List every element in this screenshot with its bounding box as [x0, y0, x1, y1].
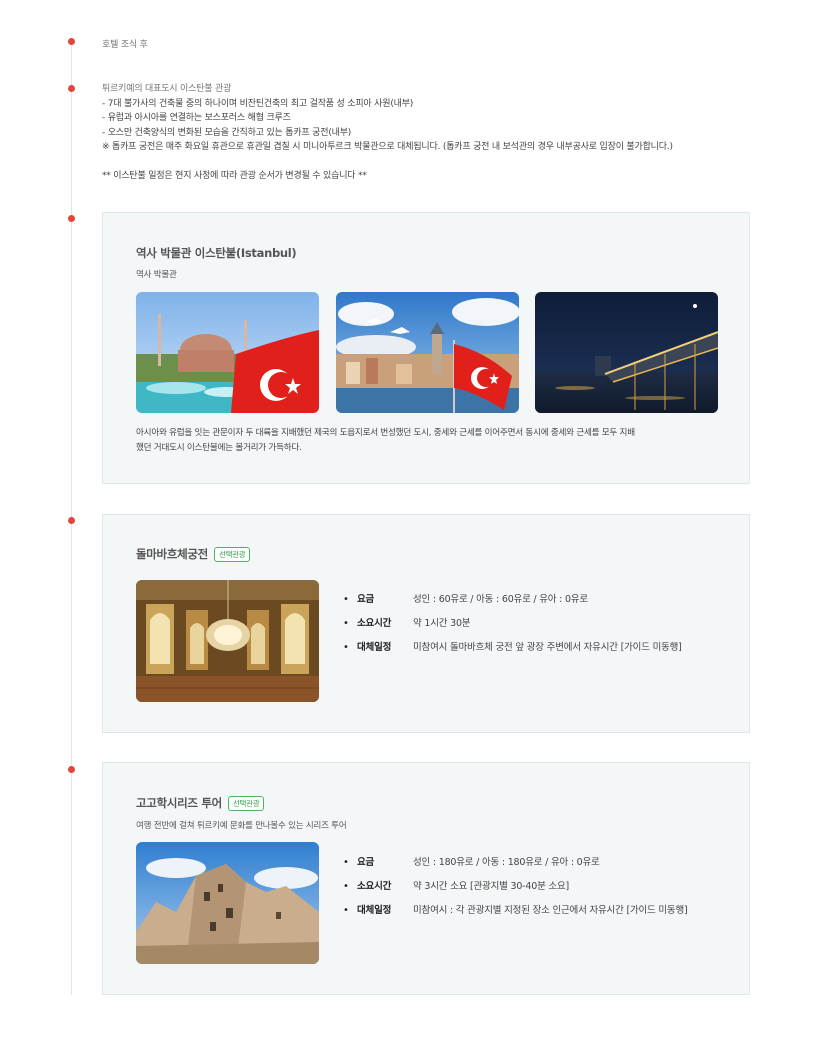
desc-line: 아시아와 유럽을 잇는 관문이자 두 대륙을 지배했던 제국의 도읍지로서 번성…: [136, 428, 635, 438]
info-key: 소요시간: [357, 881, 392, 892]
card-title: 역사 박물관 이스탄불(Istanbul): [136, 246, 297, 260]
intro-note: ** 이스탄불 일정은 현지 사정에 따라 관광 순서가 변경될 수 있습니다 …: [102, 170, 367, 181]
info-value: 성인 : 60유로 / 아동 : 60유로 / 유아 : 0유로: [413, 594, 588, 605]
timeline-dot: [68, 215, 75, 222]
intro-notice: ※ 톱카프 궁전은 매주 화요일 휴관으로 휴관일 겹칠 시 미니아투르크 박물…: [102, 142, 673, 152]
info-row-duration: • 소요시간 약 1시간 30분: [343, 617, 733, 631]
card-subtitle: 여행 전반에 걸쳐 튀르키예 문화를 만나볼수 있는 시리즈 투어: [136, 821, 347, 831]
info-row-fee: • 요금 성인 : 60유로 / 아동 : 60유로 / 유아 : 0유로: [343, 593, 733, 607]
info-key: 소요시간: [357, 618, 392, 629]
info-key: 요금: [357, 857, 375, 868]
intro-line: - 7대 불가사의 건축물 중의 하나이며 비잔틴건축의 최고 걸작품 성 소피…: [102, 98, 414, 109]
optional-tour-badge: 선택관광: [213, 547, 251, 562]
card-description: 아시아와 유럽을 잇는 관문이자 두 대륙을 지배했던 제국의 도읍지로서 번성…: [136, 426, 721, 455]
info-key: 대체일정: [357, 642, 392, 653]
night-bridge-photo[interactable]: [535, 292, 718, 413]
info-value: 약 1시간 30분: [413, 618, 471, 629]
timeline-dot: [68, 517, 75, 524]
info-value: 성인 : 180유로 / 아동 : 180유로 / 유아 : 0유로: [413, 857, 600, 868]
timeline-dot: [68, 766, 75, 773]
info-list: • 요금 성인 : 180유로 / 아동 : 180유로 / 유아 : 0유로 • 소…: [343, 856, 733, 928]
card-title: 고고학시리즈 투어 선택관광: [136, 795, 265, 811]
card-title-text: 고고학시리즈 투어: [136, 796, 222, 810]
info-value: 미참여시 : 각 관광지별 지정된 장소 인근에서 자유시간 [가이드 미동행]: [413, 905, 688, 916]
info-row-alternative: • 대체일정 미참여시 돌마바흐체 궁전 앞 광장 주변에서 자유시간 [가이드 미…: [343, 641, 733, 655]
desc-line: 했던 거대도시 이스탄불에는 볼거리가 가득하다.: [136, 442, 302, 453]
hagia-sophia-flag-photo[interactable]: [136, 292, 319, 413]
breakfast-text: 호텔 조식 후: [102, 38, 148, 53]
intro-line: - 유럽과 아시아를 연결하는 보스포러스 해협 크루즈: [102, 113, 291, 123]
card-title: 돌마바흐체궁전 선택관광: [136, 546, 251, 562]
intro-line: 튀르키예의 대표도시 이스탄불 관광: [102, 84, 232, 94]
info-key: 대체일정: [357, 905, 392, 916]
optional-tour-badge: 선택관광: [227, 796, 265, 811]
info-value: 약 3시간 소요 [관광지별 30-40분 소요]: [413, 881, 570, 892]
palace-interior-photo[interactable]: [136, 580, 319, 702]
card-title-text: 돌마바흐체궁전: [136, 547, 208, 561]
cappadocia-rock-photo[interactable]: [136, 842, 319, 964]
timeline-dot: [68, 85, 75, 92]
intro-line: - 오스만 건축양식의 변화된 모습을 간직하고 있는 톱카프 궁전(내부): [102, 127, 352, 138]
istanbul-intro: 튀르키예의 대표도시 이스탄불 관광 - 7대 불가사의 건축물 중의 하나이며…: [102, 82, 673, 183]
dolmabahce-card: 돌마바흐체궁전 선택관광 • 요금 성인 : 60유로 / 아동 : 60유로 / 유…: [102, 514, 750, 733]
info-row-duration: • 소요시간 약 3시간 소요 [관광지별 30-40분 소요]: [343, 880, 733, 894]
istanbul-card: 역사 박물관 이스탄불(Istanbul) 역사 박물관 아시아와 유럽을 잇는…: [102, 212, 750, 484]
series-tour-card: 고고학시리즈 투어 선택관광 여행 전반에 걸쳐 튀르키예 문화를 만나볼수 있는…: [102, 762, 750, 995]
timeline-dot: [68, 38, 75, 45]
info-key: 요금: [357, 594, 375, 605]
breakfast-label: 호텔 조식 후: [102, 40, 148, 50]
info-list: • 요금 성인 : 60유로 / 아동 : 60유로 / 유아 : 0유로 • 소요시…: [343, 593, 733, 665]
info-row-alternative: • 대체일정 미참여시 : 각 관광지별 지정된 장소 인근에서 자유시간 [가이드…: [343, 904, 733, 918]
card-subtitle: 역사 박물관: [136, 270, 177, 280]
info-row-fee: • 요금 성인 : 180유로 / 아동 : 180유로 / 유아 : 0유로: [343, 856, 733, 870]
galata-tower-flag-photo[interactable]: [336, 292, 519, 413]
info-value: 미참여시 돌마바흐체 궁전 앞 광장 주변에서 자유시간 [가이드 미동행]: [413, 642, 682, 653]
